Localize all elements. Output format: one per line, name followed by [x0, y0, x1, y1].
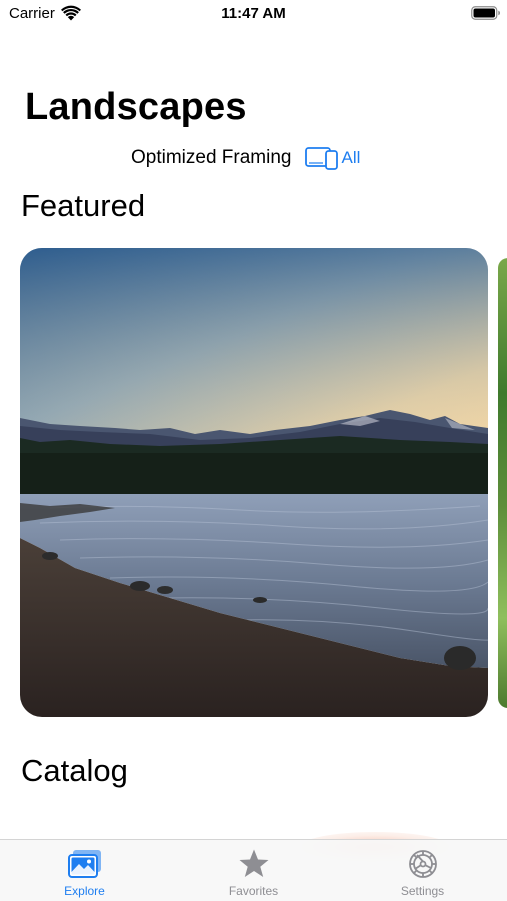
featured-card[interactable] — [20, 248, 488, 717]
catalog-heading: Catalog — [21, 753, 128, 788]
photos-icon — [67, 850, 101, 878]
tab-bar: Explore Favorites Settings — [0, 839, 507, 901]
battery-icon — [471, 6, 500, 20]
clock: 11:47 AM — [221, 5, 286, 22]
gear-icon — [408, 850, 437, 878]
framing-row: Optimized Framing All — [131, 145, 360, 171]
tab-explore[interactable]: Explore — [0, 840, 169, 901]
status-bar: Carrier 11:47 AM — [0, 0, 507, 30]
star-icon — [239, 849, 268, 877]
tab-settings[interactable]: Settings — [338, 840, 507, 901]
featured-heading: Featured — [21, 188, 146, 223]
next-featured-card[interactable] — [498, 258, 507, 708]
tab-settings-label: Settings — [400, 884, 445, 898]
devices-icon — [304, 147, 338, 170]
framing-value: All — [341, 148, 361, 167]
tab-explore-label: Explore — [64, 884, 105, 898]
framing-picker[interactable]: All — [304, 146, 361, 170]
framing-label: Optimized Framing — [131, 147, 292, 168]
featured-landscape-image — [20, 248, 488, 717]
page-title: Landscapes — [25, 86, 247, 128]
tab-favorites-label: Favorites — [228, 884, 279, 898]
tab-favorites[interactable]: Favorites — [169, 840, 338, 901]
